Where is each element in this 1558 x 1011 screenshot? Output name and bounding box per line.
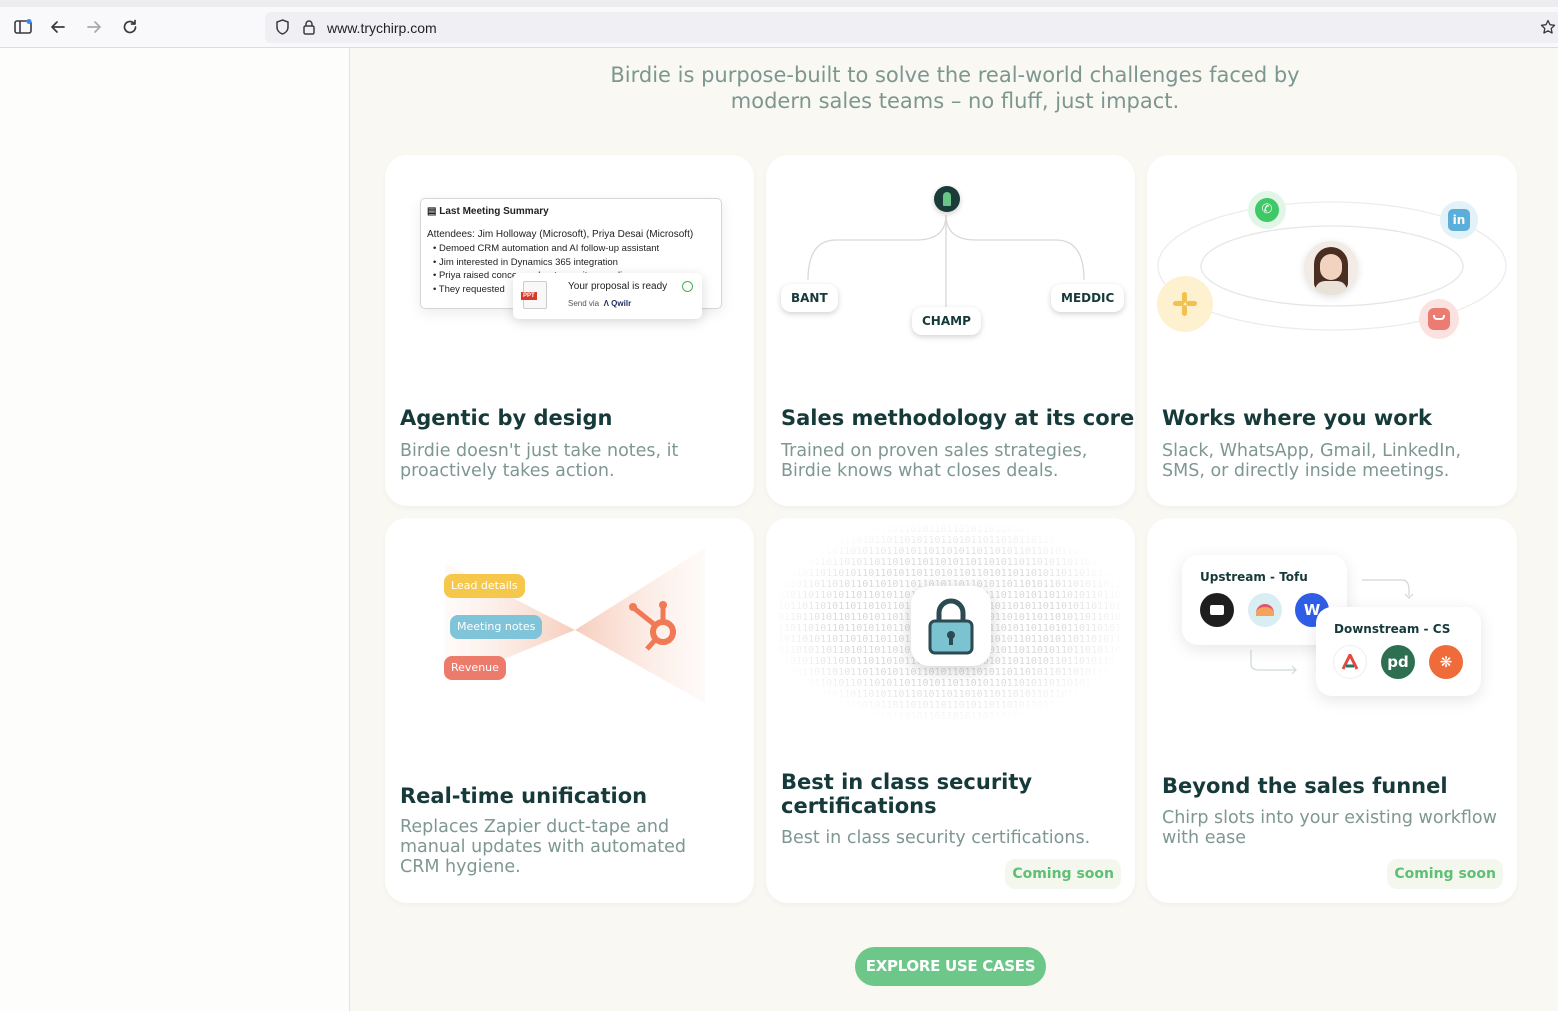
card-desc-line: SMS, or directly inside meetings.	[1162, 461, 1450, 481]
card-desc-line: Birdie knows what closes deals.	[781, 461, 1059, 481]
whatsapp-icon: ✆	[1248, 191, 1286, 229]
card-desc-line: Replaces Zapier duct-tape and	[400, 817, 670, 837]
pandadoc-icon: pd	[1381, 645, 1415, 679]
tag-champ: CHAMP	[912, 307, 981, 335]
card-title: Best in class security certifications	[781, 770, 1032, 818]
forward-icon[interactable]	[83, 16, 105, 38]
summary-bullet: Jim interested in Dynamics 365 integrati…	[427, 256, 715, 270]
browser-toolbar: www.trychirp.com	[0, 0, 1558, 48]
intro-text: Birdie is purpose-built to solve the rea…	[570, 62, 1340, 114]
pill-revenue: Revenue	[444, 656, 506, 680]
intro-line-2: modern sales teams – no fluff, just impa…	[730, 89, 1180, 113]
tag-bant: BANT	[781, 284, 838, 312]
qwilr-brand: Qwilr	[611, 299, 632, 308]
pill-meeting-notes: Meeting notes	[450, 615, 543, 639]
back-icon[interactable]	[47, 16, 69, 38]
coming-soon-badge: Coming soon	[1387, 859, 1503, 889]
card-description: Slack, WhatsApp, Gmail, LinkedIn, SMS, o…	[1162, 441, 1461, 481]
feature-card-agentic: ▤ Last Meeting Summary Attendees: Jim Ho…	[385, 155, 754, 506]
qwilr-icon: Λ	[603, 299, 609, 308]
hubspot-icon: ❋	[1429, 645, 1463, 679]
upstream-label: Upstream - Tofu	[1200, 570, 1308, 584]
attendees-line: Attendees: Jim Holloway (Microsoft), Pri…	[427, 229, 694, 240]
sidebar-toggle-icon[interactable]	[12, 16, 34, 38]
url-text[interactable]: www.trychirp.com	[327, 20, 437, 36]
card-description: Replaces Zapier duct-tape and manual upd…	[400, 817, 686, 877]
left-blank-panel	[0, 48, 350, 1011]
birdie-logo-icon	[934, 186, 960, 212]
feature-card-security: 0110110101101101011011010110110101101101…	[766, 518, 1135, 903]
card-description: Trained on proven sales strategies, Bird…	[781, 441, 1087, 481]
card-title: Beyond the sales funnel	[1162, 774, 1448, 798]
intro-line-1: Birdie is purpose-built to solve the rea…	[610, 63, 1300, 87]
feature-card-methodology: BANT CHAMP MEDDIC Sales methodology at i…	[766, 155, 1135, 506]
card-title: Works where you work	[1162, 406, 1433, 430]
proposal-toast: PPT Your proposal is ready Send via Λ Qw…	[513, 273, 702, 319]
card-desc-line: Chirp slots into your existing workflow	[1162, 808, 1497, 828]
card-title: Agentic by design	[400, 406, 613, 430]
avatar	[1304, 241, 1358, 295]
card-desc-line: with ease	[1162, 828, 1247, 848]
card-desc-line: manual updates with automated	[400, 837, 687, 857]
address-bar[interactable]: www.trychirp.com	[265, 12, 1558, 43]
card-desc-line: Best in class security certifications.	[781, 828, 1091, 848]
pill-lead-details: Lead details	[444, 574, 525, 598]
card-title-line: Best in class security	[781, 770, 1033, 794]
summary-title-text: Last Meeting Summary	[439, 206, 549, 217]
ppt-label: PPT	[521, 292, 537, 300]
video-app-icon	[1200, 593, 1234, 627]
shield-icon[interactable]	[271, 16, 293, 38]
downstream-label: Downstream - CS	[1334, 622, 1451, 636]
hubspot-icon	[623, 594, 683, 654]
feature-card-channels: ✆ in Works where you work Slack, WhatsAp…	[1147, 155, 1517, 506]
reload-icon[interactable]	[119, 16, 141, 38]
tag-meddic: MEDDIC	[1051, 284, 1125, 312]
funnel-graphic	[445, 548, 705, 703]
rainbow-app-icon	[1248, 593, 1282, 627]
card-title: Real-time unification	[400, 784, 648, 808]
proposal-send-line: Send via Λ Qwilr	[568, 299, 631, 308]
card-desc-line: CRM hygiene.	[400, 857, 521, 877]
proposal-title: Your proposal is ready	[568, 281, 668, 292]
mail-icon	[1419, 299, 1459, 339]
explore-use-cases-button[interactable]: EXPLORE USE CASES	[855, 947, 1046, 986]
bookmark-star-icon[interactable]	[1537, 16, 1558, 38]
arrow-app-icon	[1333, 645, 1367, 679]
card-description: Best in class security certifications.	[781, 828, 1090, 848]
tab-strip	[0, 0, 1558, 7]
lock-badge	[911, 586, 991, 666]
card-description: Birdie doesn't just take notes, it proac…	[400, 441, 678, 481]
linkedin-icon: in	[1440, 201, 1478, 239]
feature-card-beyond-funnel: Upstream - Tofu W Downstream - CS pd ❋ B…	[1147, 518, 1517, 903]
card-desc-line: Slack, WhatsApp, Gmail, LinkedIn,	[1162, 441, 1462, 461]
send-via-text: Send via	[568, 299, 600, 308]
feature-card-unification: Lead details Meeting notes Revenue Real-…	[385, 518, 754, 903]
meeting-summary-title: ▤ Last Meeting Summary	[427, 206, 549, 217]
card-desc-line: Trained on proven sales strategies,	[781, 441, 1088, 461]
coming-soon-badge: Coming soon	[1005, 859, 1121, 889]
card-description: Chirp slots into your existing workflow …	[1162, 808, 1497, 848]
slack-icon	[1157, 276, 1213, 332]
card-desc-line: proactively takes action.	[400, 461, 615, 481]
card-desc-line: Birdie doesn't just take notes, it	[400, 441, 679, 461]
lock-icon[interactable]	[298, 16, 320, 38]
summary-bullet: Demoed CRM automation and AI follow-up a…	[427, 242, 715, 256]
card-title-line: certifications	[781, 794, 937, 818]
ppt-file-icon: PPT	[521, 281, 547, 309]
check-circle-icon	[682, 281, 693, 292]
card-title: Sales methodology at its core	[781, 406, 1135, 430]
downstream-box: Downstream - CS pd ❋	[1316, 607, 1481, 696]
padlock-icon	[928, 598, 974, 655]
